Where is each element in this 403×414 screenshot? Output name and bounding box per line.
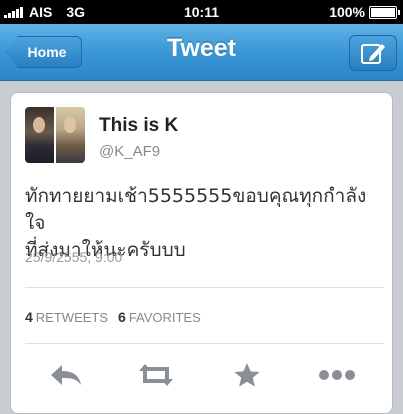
favorite-count: 6 xyxy=(118,309,126,325)
divider xyxy=(25,287,384,288)
tweet-card: This is K @K_AF9 ทักทายยามเช้า5555555ขอบ… xyxy=(10,92,393,414)
more-icon xyxy=(318,370,355,380)
tweet-stats: 4 RETWEETS 6 FAVORITES xyxy=(25,309,201,325)
status-right: 100% xyxy=(329,4,400,20)
navigation-bar: Home Tweet xyxy=(0,24,403,81)
divider xyxy=(25,343,384,344)
more-button[interactable] xyxy=(317,360,357,390)
favorites-stat[interactable]: 6 FAVORITES xyxy=(118,309,201,325)
battery-icon xyxy=(369,5,400,19)
tweet-timestamp: 25/9/2555, 9:00 xyxy=(25,249,123,265)
retweet-count: 4 xyxy=(25,309,33,325)
reply-icon xyxy=(51,365,82,385)
status-bar: AIS 3G 10:11 100% xyxy=(0,0,403,24)
display-name[interactable]: This is K xyxy=(99,115,178,137)
page-title: Tweet xyxy=(167,34,236,62)
retweet-button[interactable] xyxy=(136,360,176,390)
battery-fill xyxy=(371,7,395,17)
favorite-button[interactable] xyxy=(227,360,267,390)
avatar[interactable] xyxy=(25,107,85,163)
compose-icon xyxy=(361,44,385,64)
retweet-icon xyxy=(139,364,174,386)
retweet-label: RETWEETS xyxy=(35,310,109,325)
compose-button[interactable] xyxy=(349,35,397,71)
reply-button[interactable] xyxy=(46,360,86,390)
tweet-text-line-1: ทักทายยามเช้า5555555ขอบคุณทุกกำลังใจ xyxy=(25,185,367,234)
favorite-label: FAVORITES xyxy=(128,310,201,325)
battery-percent: 100% xyxy=(329,4,365,20)
username[interactable]: @K_AF9 xyxy=(99,143,160,160)
tweet-actions xyxy=(11,355,392,395)
retweets-stat[interactable]: 4 RETWEETS xyxy=(25,309,108,325)
favorite-icon xyxy=(234,363,260,387)
